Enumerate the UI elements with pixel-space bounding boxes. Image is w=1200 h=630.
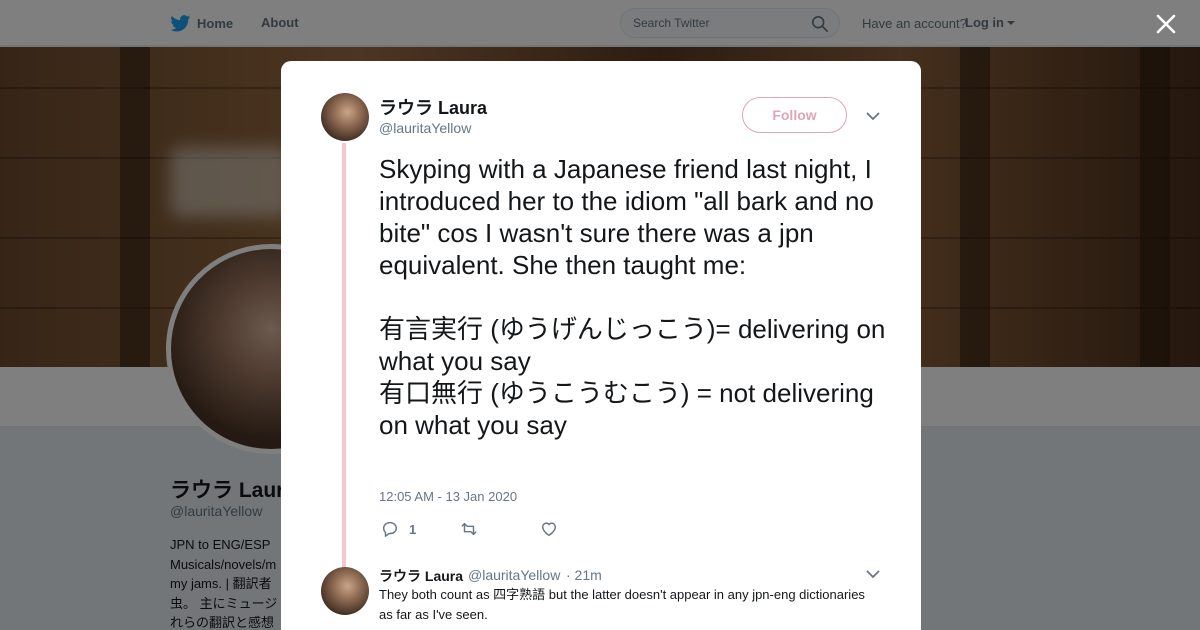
close-icon[interactable] — [1155, 13, 1177, 35]
tweet-modal: ラウラ Laura @lauritaYellow Follow Skyping … — [281, 61, 921, 630]
reply-action[interactable]: 1 — [381, 520, 416, 538]
tweet-author-handle[interactable]: @lauritaYellow — [379, 120, 471, 136]
reply-author-avatar[interactable] — [321, 567, 369, 615]
reply-time[interactable]: · 21m — [566, 567, 602, 583]
reply-chevron-down-icon[interactable] — [866, 569, 880, 579]
follow-button[interactable]: Follow — [742, 97, 847, 133]
like-action[interactable] — [540, 520, 568, 538]
reply-icon[interactable] — [381, 520, 399, 538]
retweet-icon[interactable] — [460, 520, 478, 538]
tweet-author-avatar[interactable] — [321, 93, 369, 141]
reply-text: They both count as 四字熟語 but the latter d… — [379, 587, 865, 622]
chevron-down-icon[interactable] — [866, 111, 880, 121]
thread-line — [342, 143, 346, 567]
tweet-text: Skyping with a Japanese friend last nigh… — [379, 154, 886, 440]
retweet-action[interactable] — [460, 520, 488, 538]
reply-author-name[interactable]: ラウラ Laura — [379, 566, 463, 586]
like-icon[interactable] — [540, 520, 558, 538]
reply-author-handle[interactable]: @lauritaYellow — [468, 567, 560, 583]
tweet-author-name[interactable]: ラウラ Laura — [379, 94, 487, 120]
tweet-timestamp[interactable]: 12:05 AM - 13 Jan 2020 — [379, 489, 517, 504]
reply-count: 1 — [409, 521, 417, 537]
